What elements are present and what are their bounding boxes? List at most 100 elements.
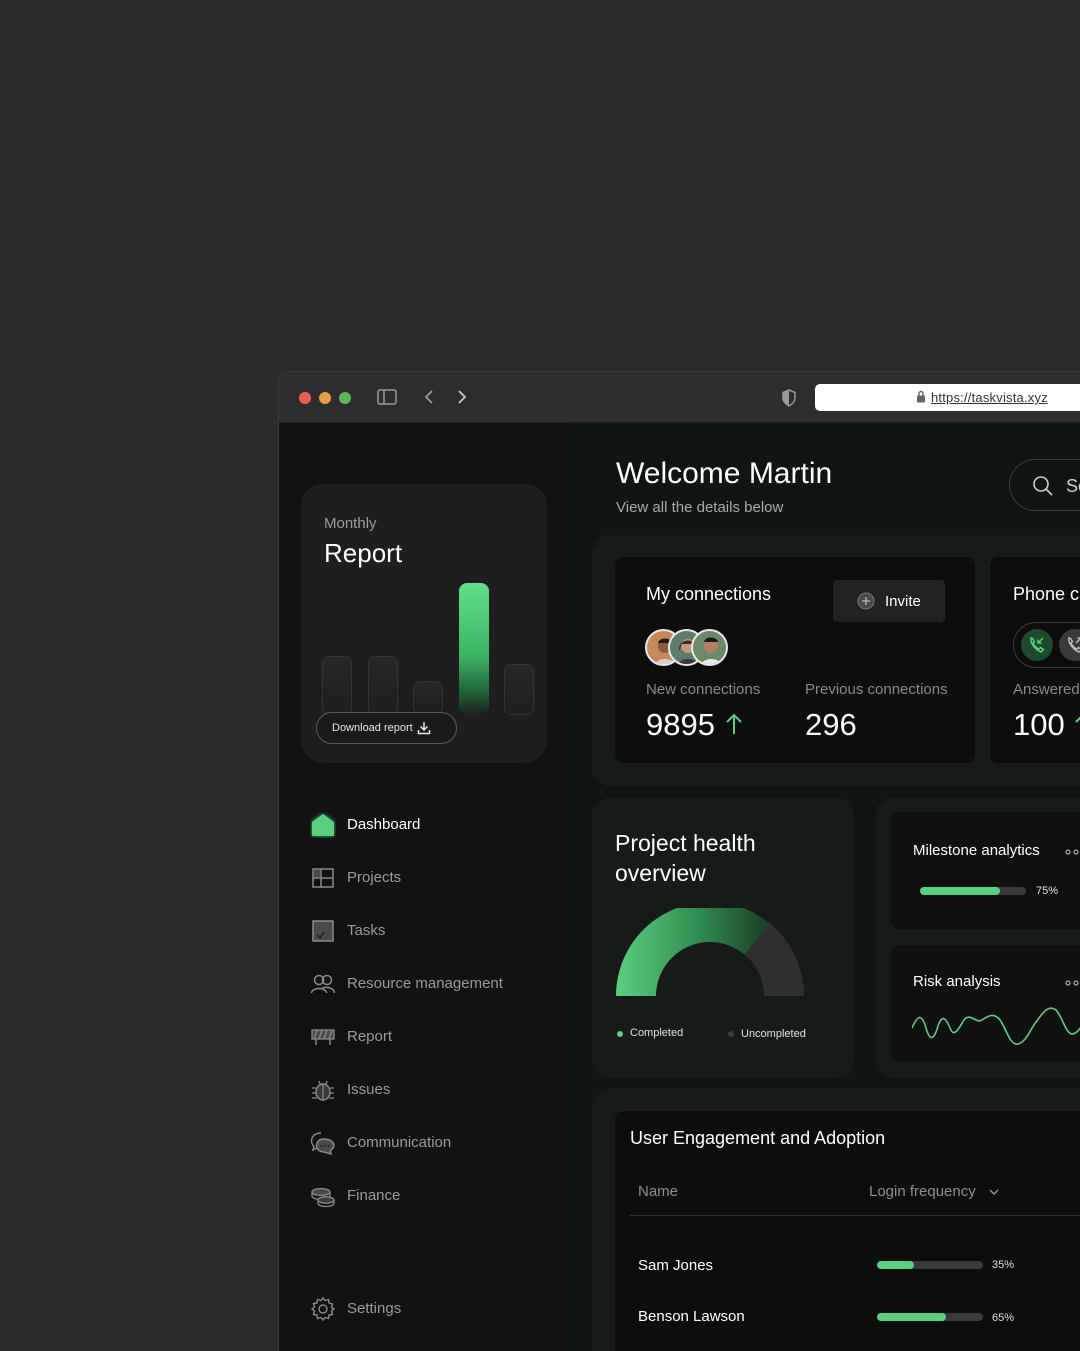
connections-title: My connections [646,584,772,604]
risk-analysis-card: Risk analysis [890,945,1080,1062]
column-header-login-frequency[interactable]: Login frequency [869,1183,976,1200]
report-card-title: Report [324,538,403,568]
report-icon [311,1029,335,1045]
completed-legend-label: Completed [630,1027,684,1039]
answered-label: Answered [1013,681,1080,698]
search-input[interactable]: Se [1009,459,1080,511]
sidebar-item-label: Report [347,1028,393,1045]
invite-button[interactable]: Invite [833,580,945,622]
sidebar-item-issues[interactable]: Issues [279,1069,569,1109]
milestone-title: Milestone analytics [913,842,1040,859]
chat-icon [310,1132,335,1155]
sidebar-item-dashboard[interactable]: Dashboard [279,804,569,844]
column-header-name[interactable]: Name [638,1183,678,1200]
login-frequency-percent: 35% [992,1259,1015,1271]
call-filter-toggle[interactable] [1013,622,1080,668]
sidebar-item-tasks[interactable]: Tasks [279,910,569,950]
table-divider [630,1215,1080,1216]
connections-card: My connections Invite New connections 98… [615,557,975,763]
sidebar-item-label: Settings [347,1300,402,1317]
engagement-panel: User Engagement and Adoption Name Login … [592,1089,1080,1351]
report-bar [413,681,443,715]
previous-connections-value: 296 [805,707,857,742]
sidebar: Monthly Report Download report Dashboard [279,423,569,1351]
arrow-up-icon [1075,716,1080,723]
maximize-window-button[interactable] [339,392,351,404]
report-card-subtitle: Monthly [324,515,377,532]
chevron-down-icon[interactable] [988,1187,1000,1197]
sidebar-item-settings[interactable]: Settings [279,1288,569,1328]
browser-titlebar: https://taskvista.xyz [279,372,1080,423]
engagement-card: User Engagement and Adoption Name Login … [615,1111,1080,1351]
lock-icon [917,390,925,403]
report-bar [322,656,352,715]
browser-window: https://taskvista.xyz Monthly Report Dow… [278,371,1080,1351]
sidebar-item-label: Communication [347,1134,452,1151]
user-name: Benson Lawson [638,1308,745,1325]
previous-connections-label: Previous connections [805,681,948,698]
sidebar-toggle-icon[interactable] [377,389,397,405]
phone-calls-card: Phone c Answered 100 [990,557,1080,763]
back-arrow-icon[interactable] [423,389,435,405]
search-icon [1033,476,1053,496]
engagement-title: User Engagement and Adoption [630,1128,886,1148]
download-report-button[interactable]: Download report [316,712,457,744]
avatar [691,629,728,666]
plus-circle-icon [857,592,875,610]
risk-title: Risk analysis [913,973,1001,990]
report-bar [458,583,489,715]
completed-legend-dot [617,1031,623,1037]
page-title: Welcome Martin [616,457,833,490]
address-bar[interactable]: https://taskvista.xyz [815,384,1080,411]
answered-call-button[interactable] [1021,629,1053,661]
home-icon [312,814,334,836]
sidebar-item-projects[interactable]: Projects [279,857,569,897]
report-bar [504,664,534,715]
project-health-gauge [616,908,804,996]
analytics-panel: Milestone analytics 75% Risk analysis [876,798,1080,1078]
shield-icon[interactable] [781,389,797,407]
login-frequency-percent: 65% [992,1312,1015,1324]
stats-panel: My connections Invite New connections 98… [592,535,1080,786]
url-text: https://taskvista.xyz [931,390,1048,405]
monthly-report-card: Monthly Report Download report [301,484,547,763]
missed-call-button[interactable] [1059,629,1080,661]
milestone-progress-bar [920,887,1026,895]
uncompleted-legend-label: Uncompleted [741,1028,806,1040]
sidebar-item-finance[interactable]: Finance [279,1175,569,1215]
sidebar-item-communication[interactable]: Communication [279,1122,569,1162]
uncompleted-legend-dot [728,1031,734,1037]
users-icon [310,974,336,994]
sidebar-item-resource-management[interactable]: Resource management [279,963,569,1003]
close-window-button[interactable] [299,392,311,404]
milestone-progress-fill [920,887,1000,895]
risk-sparkline [912,1007,1080,1045]
sidebar-item-report[interactable]: Report [279,1016,569,1056]
gear-icon [310,1296,336,1322]
login-frequency-bar [877,1261,983,1269]
milestone-percent: 75% [1036,885,1059,897]
milestone-analytics-card: Milestone analytics 75% [890,812,1080,929]
forward-arrow-icon[interactable] [456,389,468,405]
sidebar-item-label: Projects [347,869,402,886]
phone-outgoing-icon [1068,637,1080,653]
arrow-up-icon [726,713,742,734]
report-bar [367,656,398,715]
download-report-label: Download report [332,722,413,734]
login-frequency-bar [877,1313,983,1321]
more-options-icon[interactable] [1065,980,1080,986]
login-frequency-fill [877,1313,946,1321]
main-content: Welcome Martin View all the details belo… [569,423,1080,1351]
minimize-window-button[interactable] [319,392,331,404]
phone-incoming-icon [1030,637,1045,653]
sidebar-item-label: Dashboard [347,816,421,833]
more-options-icon[interactable] [1065,849,1080,855]
sidebar-item-label: Resource management [347,975,503,992]
sidebar-item-label: Finance [347,1187,401,1204]
invite-label: Invite [885,593,921,610]
projects-icon [312,868,334,888]
project-health-title-line2: overview [615,860,706,886]
search-placeholder: Se [1066,476,1080,496]
sidebar-item-label: Tasks [347,922,386,939]
bug-icon [312,1080,334,1101]
